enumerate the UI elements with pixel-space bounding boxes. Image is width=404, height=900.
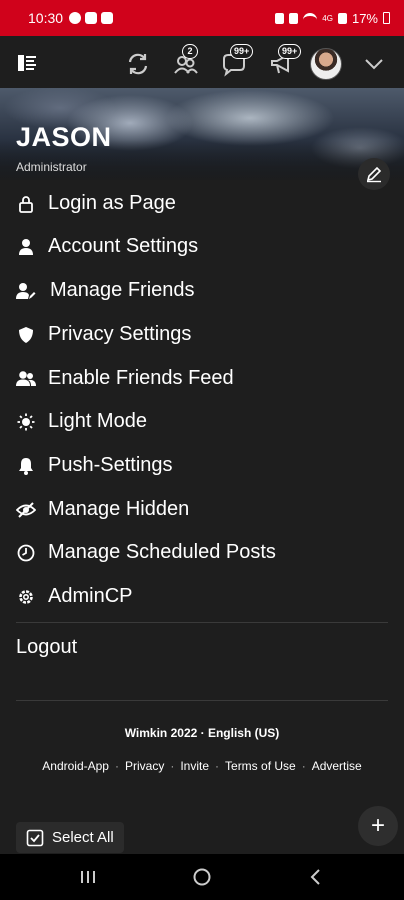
- add-button[interactable]: +: [358, 806, 398, 846]
- status-right: 4G 17%: [275, 11, 390, 26]
- chevron-down-icon: [365, 59, 383, 70]
- users-icon: [16, 369, 36, 389]
- system-navigation-bar: [0, 854, 404, 900]
- user-icon: [16, 237, 36, 257]
- wifi-icon: [303, 13, 318, 23]
- minus-circle-icon: [69, 12, 82, 24]
- footer-link-terms[interactable]: Terms of Use: [225, 759, 296, 773]
- mute-icon: [289, 12, 299, 24]
- profile-role: Administrator: [16, 160, 87, 174]
- menu-item-label: Account Settings: [48, 235, 199, 257]
- menu-item-manage-friends[interactable]: Manage Friends: [0, 269, 404, 312]
- status-time: 10:30: [28, 10, 64, 26]
- notifications-button[interactable]: 99+: [266, 44, 302, 80]
- menu-item-label: Enable Friends Feed: [48, 367, 234, 389]
- menu-item-push-settings[interactable]: Push-Settings: [0, 444, 404, 487]
- mail-icon: [85, 12, 98, 24]
- menu-item-enable-friends-feed[interactable]: Enable Friends Feed: [0, 357, 404, 400]
- menu-item-account-settings[interactable]: Account Settings: [0, 225, 404, 268]
- menu-item-light-mode[interactable]: Light Mode: [0, 400, 404, 443]
- menu-icon: [18, 55, 36, 71]
- menu-item-label: Manage Scheduled Posts: [48, 541, 276, 563]
- user-edit-icon: [16, 281, 36, 301]
- messages-button[interactable]: 99+: [218, 44, 254, 80]
- menu-item-label: Manage Friends: [50, 279, 195, 301]
- home-icon: [193, 868, 211, 886]
- select-all-button[interactable]: Select All: [16, 822, 124, 853]
- footer-link-advertise[interactable]: Advertise: [312, 759, 362, 773]
- profile-name: JASON: [16, 122, 112, 152]
- battery-percent: 17%: [351, 10, 378, 26]
- network-label: 4G: [322, 13, 333, 23]
- refresh-icon: [128, 53, 148, 75]
- friend-requests-button[interactable]: 2: [170, 44, 202, 80]
- menu-item-manage-hidden[interactable]: Manage Hidden: [0, 488, 404, 531]
- recents-icon: [81, 871, 95, 883]
- avatar[interactable]: [310, 48, 342, 80]
- alarm-icon: [275, 12, 285, 24]
- app-toolbar: 2 99+ 99+: [0, 36, 404, 88]
- status-bar: 10:30 4G 17%: [0, 0, 404, 36]
- footer-divider: [16, 700, 388, 701]
- eye-slash-icon: [16, 500, 36, 520]
- menu-item-label: Login as Page: [48, 192, 176, 214]
- gallery-icon: [101, 12, 114, 24]
- footer-link-invite[interactable]: Invite: [180, 759, 209, 773]
- pencil-icon: [366, 166, 382, 183]
- menu-item-login-as-page[interactable]: Login as Page: [0, 182, 404, 225]
- battery-icon: [383, 12, 390, 24]
- menu-item-label: Privacy Settings: [48, 323, 192, 345]
- menu-item-privacy-settings[interactable]: Privacy Settings: [0, 313, 404, 356]
- account-dropdown[interactable]: [360, 50, 388, 78]
- menu-item-admincp[interactable]: AdminCP: [0, 575, 404, 618]
- menu-item-label: Push-Settings: [48, 454, 173, 476]
- gear-icon: [16, 587, 36, 607]
- footer-link-android-app[interactable]: Android-App: [42, 759, 109, 773]
- menu-button[interactable]: [14, 50, 40, 76]
- back-button[interactable]: [296, 862, 336, 892]
- friend-requests-badge: 2: [182, 44, 198, 59]
- menu-divider: [16, 622, 388, 623]
- select-all-label: Select All: [52, 829, 114, 846]
- logout-link[interactable]: Logout: [16, 636, 77, 659]
- messages-badge: 99+: [230, 44, 254, 59]
- home-button[interactable]: [182, 862, 222, 892]
- lock-icon: [16, 194, 36, 214]
- profile-cover: JASON Administrator: [0, 88, 404, 180]
- signal-icon: [337, 12, 347, 24]
- menu-item-label: Light Mode: [48, 410, 147, 432]
- checkbox-icon: [26, 829, 44, 846]
- footer-links: Android-App · Privacy · Invite · Terms o…: [42, 759, 362, 773]
- footer-copyright: Wimkin 2022 · English (US): [124, 726, 280, 740]
- back-icon: [310, 869, 320, 885]
- bell-icon: [16, 456, 36, 476]
- clock-icon: [16, 543, 36, 563]
- footer-link-privacy[interactable]: Privacy: [125, 759, 164, 773]
- menu-item-manage-scheduled-posts[interactable]: Manage Scheduled Posts: [0, 531, 404, 574]
- menu-item-label: Manage Hidden: [48, 498, 190, 520]
- menu-item-label: AdminCP: [48, 585, 133, 607]
- notifications-badge: 99+: [278, 44, 302, 59]
- notification-icons: [69, 12, 114, 24]
- recent-apps-button[interactable]: [68, 862, 108, 892]
- sun-icon: [16, 412, 36, 432]
- refresh-button[interactable]: [122, 48, 154, 80]
- shield-icon: [16, 325, 36, 345]
